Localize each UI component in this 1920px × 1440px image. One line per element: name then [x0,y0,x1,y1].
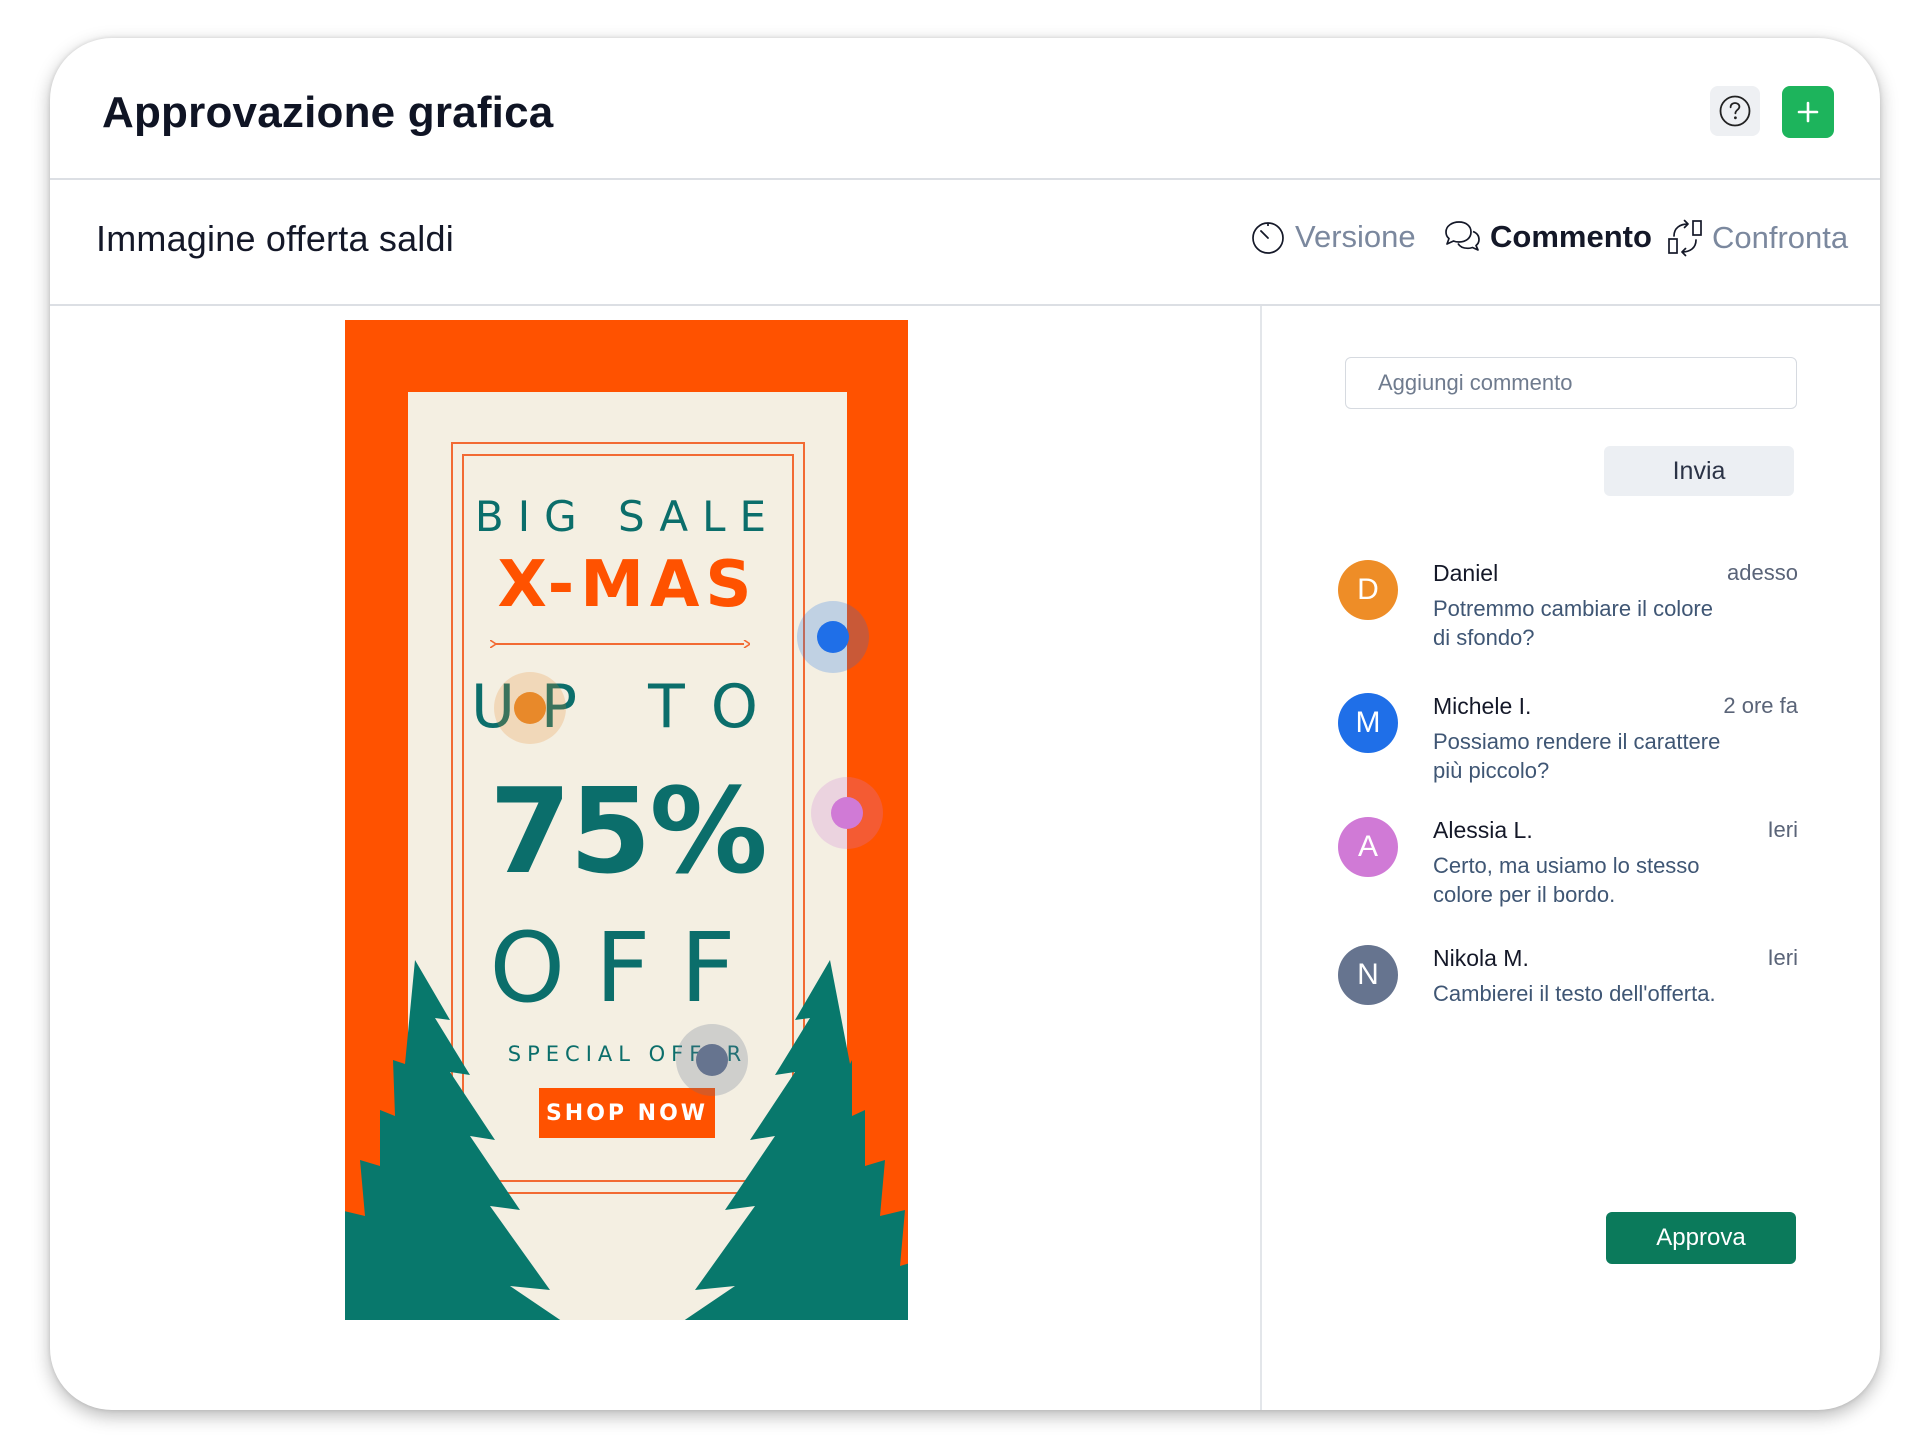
help-button[interactable] [1710,86,1760,136]
comment-item: D Daniel adesso Potremmo cambiare il col… [1338,560,1798,680]
comment-timestamp: Ieri [1767,945,1798,970]
comment-timestamp: adesso [1727,560,1798,585]
avatar: A [1338,817,1398,877]
tab-commento[interactable]: Commento [1442,218,1652,256]
pine-tree-icon [684,960,908,1320]
comment-timestamp: 2 ore fa [1723,693,1798,718]
comment-author: Daniel [1433,560,1499,586]
poster-xmas: X-MAS [497,548,758,622]
approve-button[interactable]: Approva [1606,1212,1796,1264]
marker-dot [696,1044,728,1076]
comment-author: Nikola M. [1433,945,1529,971]
marker-dot [831,797,863,829]
comment-marker-daniel[interactable] [494,672,566,744]
tab-versione-label: Versione [1295,219,1416,254]
marker-dot [817,621,849,653]
tab-confronta-label: Confronta [1712,220,1849,255]
plus-icon [1797,101,1819,123]
comment-text: Possiamo rendere il carattere più piccol… [1433,729,1721,783]
panel-divider [1260,306,1262,1410]
app-header: Approvazione grafica [50,38,1880,180]
poster-big-sale: BIG SALE [474,492,781,541]
comment-text: Potremmo cambiare il colore di sfondo? [1433,596,1713,650]
avatar: N [1338,945,1398,1005]
tab-commento-label: Commento [1490,219,1652,254]
comment-timestamp: Ieri [1767,817,1798,842]
document-title: Immagine offerta saldi [96,218,454,259]
document-toolbar: Immagine offerta saldi Versione Commento [50,180,1880,306]
comment-input[interactable] [1345,357,1797,409]
comment-item: M Michele I. 2 ore fa Possiamo rendere i… [1338,693,1798,813]
page-title: Approvazione grafica [102,88,554,137]
comment-text: Cambierei il testo dell'offerta. [1433,981,1716,1006]
chat-bubbles-icon [1445,221,1480,251]
tab-confronta[interactable]: Confronta [1666,218,1848,258]
comment-author: Michele I. [1433,693,1532,719]
comment-marker-michele[interactable] [797,601,869,673]
avatar: M [1338,693,1398,753]
avatar: D [1338,560,1398,620]
marker-dot [514,692,546,724]
question-circle-icon [1719,95,1751,127]
comment-item: A Alessia L. Ieri Certo, ma usiamo lo st… [1338,817,1798,937]
comment-marker-nikola[interactable] [676,1024,748,1096]
compare-arrows-icon [1668,219,1702,257]
comment-text: Certo, ma usiamo lo stesso colore per il… [1433,853,1700,907]
comment-marker-alessia[interactable] [811,777,883,849]
tab-versione[interactable]: Versione [1249,218,1416,256]
add-button[interactable] [1782,86,1834,138]
pine-tree-icon [345,960,561,1320]
comment-author: Alessia L. [1433,817,1533,843]
poster-percent: 75% [489,762,767,900]
poster-up-to: UP TO [470,672,785,742]
clock-icon [1252,222,1284,254]
comment-item: N Nikola M. Ieri Cambierei il testo dell… [1338,945,1798,1065]
send-button[interactable]: Invia [1604,446,1794,496]
arrow-divider-icon [490,640,750,648]
